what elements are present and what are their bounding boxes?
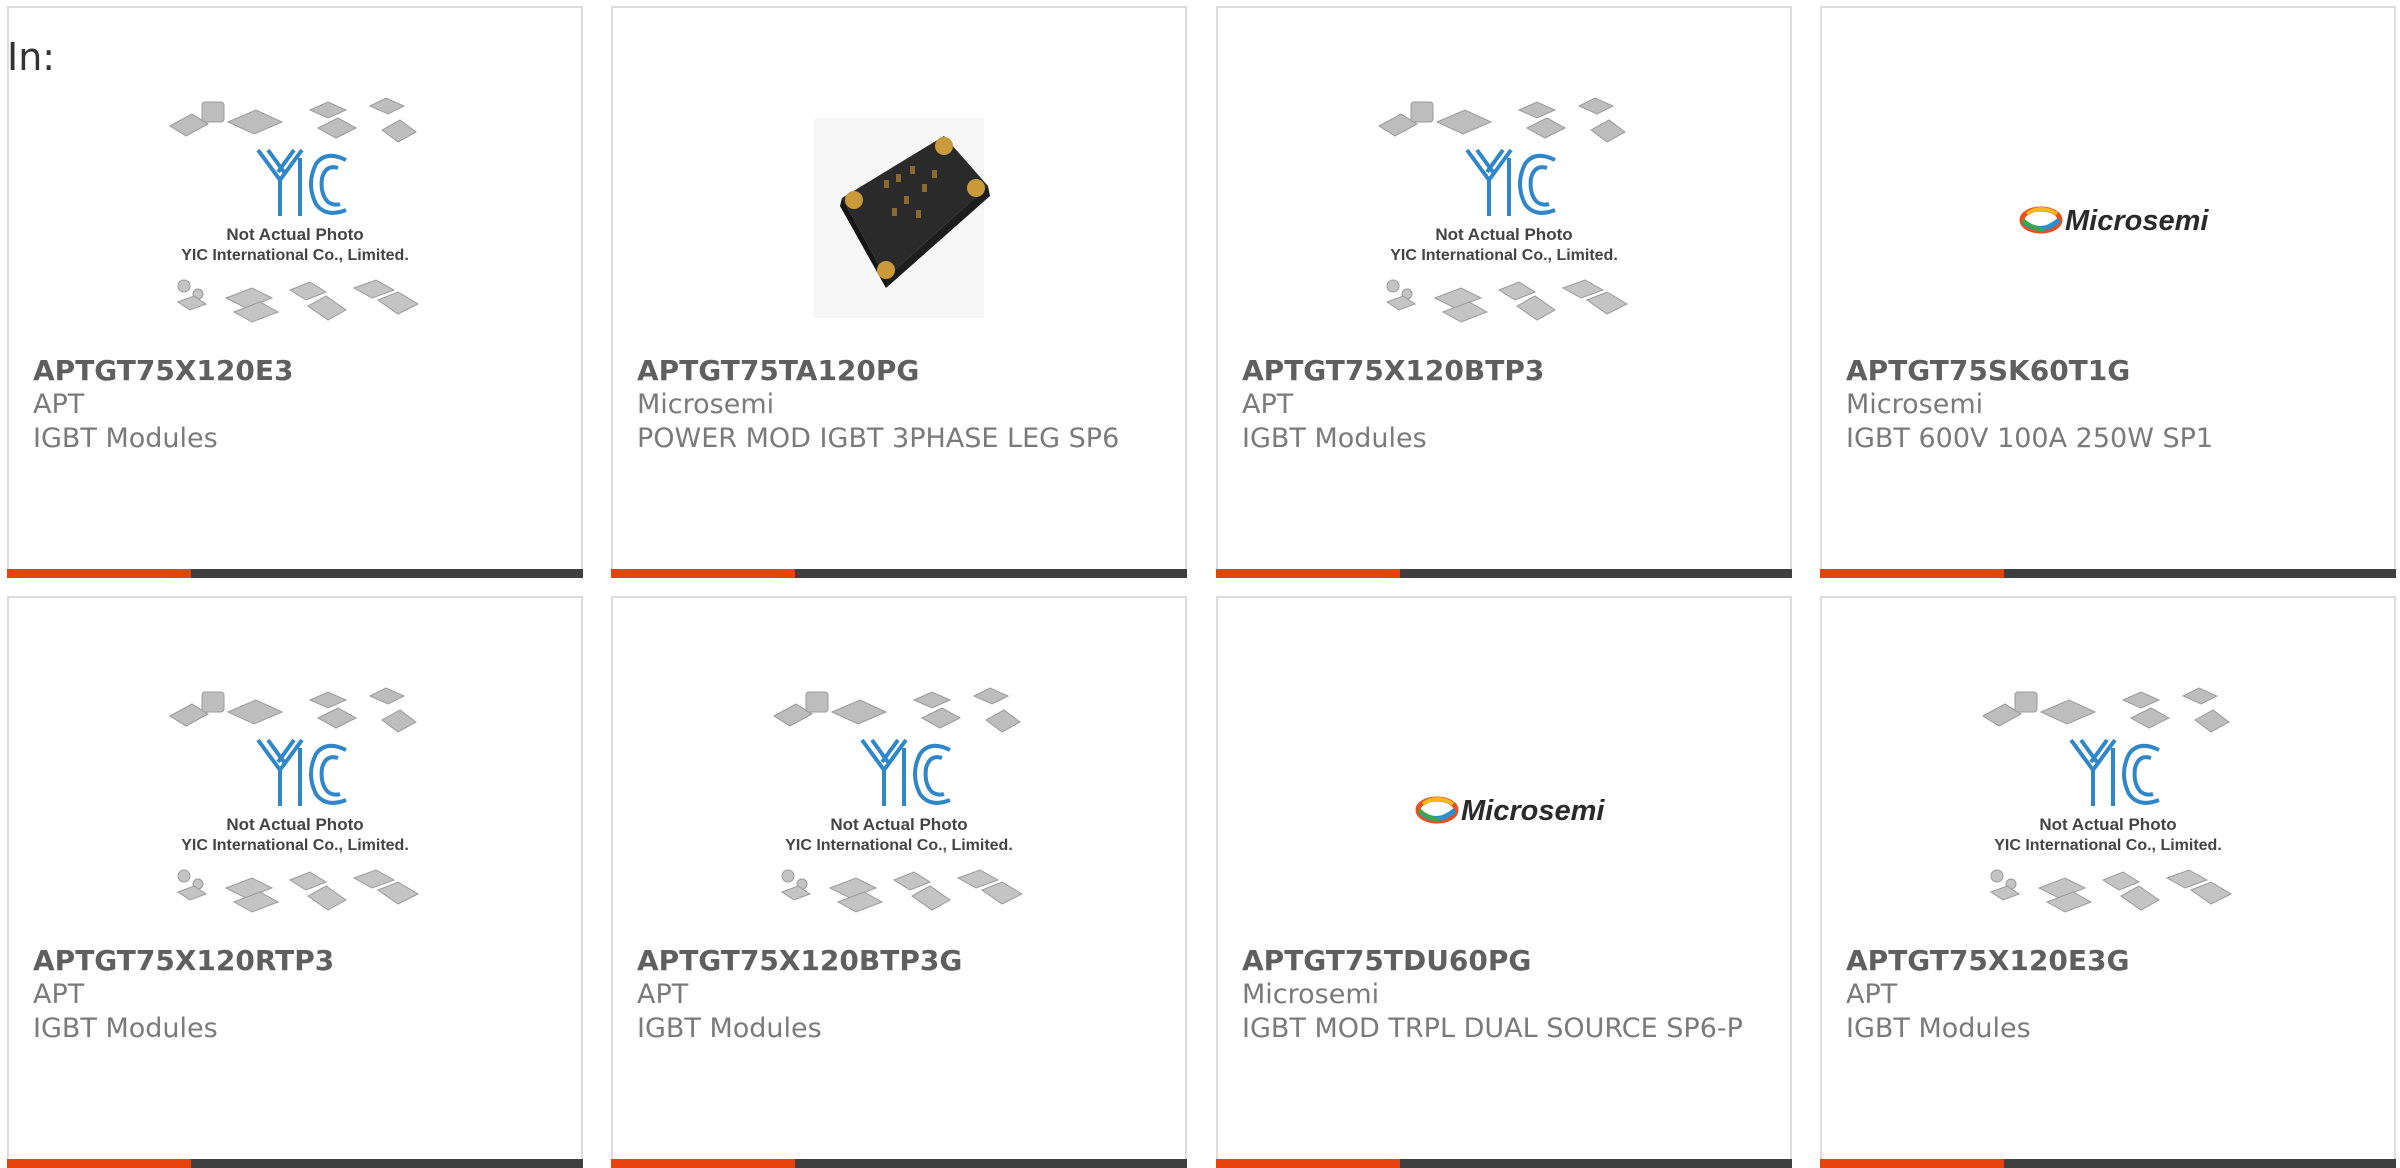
product-info: APTGT75TDU60PG Microsemi IGBT MOD TRPL D… [1242, 944, 1766, 1046]
microsemi-logo-image: Microsemi [1415, 795, 1605, 827]
product-description: IGBT 600V 100A 250W SP1 [1846, 423, 2214, 454]
module-photo-image [814, 118, 990, 318]
card-accent-bar [7, 1159, 191, 1168]
microsemi-logo-text: Microsemi [1461, 795, 1605, 827]
placeholder-line2: YIC International Co., Limited. [181, 247, 409, 264]
placeholder-line1: Not Actual Photo [830, 815, 967, 834]
card-accent-bar [611, 1159, 795, 1168]
product-description: IGBT Modules [33, 423, 218, 454]
manufacturer: APT [1846, 979, 1898, 1010]
card-accent-bar [7, 569, 191, 578]
placeholder-image: Not Actual Photo YIC International Co., … [1378, 97, 1629, 323]
placeholder-line2: YIC International Co., Limited. [1994, 837, 2222, 854]
manufacturer: APT [637, 979, 689, 1010]
product-info: APTGT75TA120PG Microsemi POWER MOD IGBT … [637, 354, 1161, 456]
product-description: IGBT Modules [33, 1013, 218, 1044]
product-info: APTGT75X120E3 APT IGBT Modules [33, 354, 557, 456]
in-label: In: [7, 35, 56, 79]
product-description: IGBT Modules [1846, 1013, 2031, 1044]
card-bottom-bar [1216, 1159, 1792, 1168]
card-accent-bar [1216, 569, 1400, 578]
product-description: IGBT Modules [1242, 423, 1427, 454]
product-card[interactable]: Not Actual Photo YIC International Co., … [611, 596, 1187, 1168]
card-accent-bar [1216, 1159, 1400, 1168]
product-info: APTGT75X120BTP3 APT IGBT Modules [1242, 354, 1766, 456]
card-bottom-bar [1216, 569, 1792, 578]
manufacturer: APT [1242, 389, 1294, 420]
part-number[interactable]: APTGT75TA120PG [637, 354, 1161, 388]
card-bottom-bar [1820, 1159, 2396, 1168]
product-card[interactable]: APTGT75TA120PG Microsemi POWER MOD IGBT … [611, 6, 1187, 578]
product-info: APTGT75SK60T1G Microsemi IGBT 600V 100A … [1846, 354, 2370, 456]
product-thumbnail[interactable]: Not Actual Photo YIC International Co., … [9, 678, 581, 940]
part-number[interactable]: APTGT75X120RTP3 [33, 944, 557, 978]
part-number[interactable]: APTGT75X120E3 [33, 354, 557, 388]
card-accent-bar [1820, 569, 2004, 578]
placeholder-line1: Not Actual Photo [226, 225, 363, 244]
card-accent-bar [611, 569, 795, 578]
part-number[interactable]: APTGT75TDU60PG [1242, 944, 1766, 978]
card-bottom-bar [7, 1159, 583, 1168]
product-card[interactable]: Not Actual Photo YIC International Co., … [1820, 596, 2396, 1168]
microsemi-logo-text: Microsemi [2065, 205, 2209, 237]
card-bottom-bar [7, 569, 583, 578]
product-card[interactable]: Microsemi APTGT75TDU60PG Microsemi IGBT … [1216, 596, 1792, 1168]
product-thumbnail[interactable] [613, 88, 1185, 350]
product-thumbnail[interactable]: Microsemi [1822, 88, 2394, 350]
part-number[interactable]: APTGT75SK60T1G [1846, 354, 2370, 388]
card-accent-bar [1820, 1159, 2004, 1168]
product-thumbnail[interactable]: Microsemi [1218, 678, 1790, 940]
placeholder-line1: Not Actual Photo [2039, 815, 2176, 834]
manufacturer: Microsemi [1846, 389, 1984, 420]
placeholder-line1: Not Actual Photo [226, 815, 363, 834]
placeholder-line2: YIC International Co., Limited. [181, 837, 409, 854]
product-description: IGBT MOD TRPL DUAL SOURCE SP6-P [1242, 1013, 1743, 1044]
product-description: IGBT Modules [637, 1013, 822, 1044]
product-card[interactable]: Not Actual Photo YIC International Co., … [7, 6, 583, 578]
product-thumbnail[interactable]: Not Actual Photo YIC International Co., … [9, 88, 581, 350]
part-number[interactable]: APTGT75X120E3G [1846, 944, 2370, 978]
product-description: POWER MOD IGBT 3PHASE LEG SP6 [637, 423, 1120, 454]
card-bottom-bar [1820, 569, 2396, 578]
product-info: APTGT75X120E3G APT IGBT Modules [1846, 944, 2370, 1046]
part-number[interactable]: APTGT75X120BTP3 [1242, 354, 1766, 388]
card-bottom-bar [611, 569, 1187, 578]
manufacturer: APT [33, 979, 85, 1010]
manufacturer: Microsemi [1242, 979, 1380, 1010]
part-number[interactable]: APTGT75X120BTP3G [637, 944, 1161, 978]
placeholder-line2: YIC International Co., Limited. [785, 837, 1013, 854]
microsemi-logo-image: Microsemi [2019, 205, 2209, 237]
card-bottom-bar [611, 1159, 1187, 1168]
product-thumbnail[interactable]: Not Actual Photo YIC International Co., … [1218, 88, 1790, 350]
product-thumbnail[interactable]: Not Actual Photo YIC International Co., … [613, 678, 1185, 940]
product-card[interactable]: Not Actual Photo YIC International Co., … [1216, 6, 1792, 578]
placeholder-image: Not Actual Photo YIC International Co., … [1982, 687, 2233, 913]
product-card[interactable]: Microsemi APTGT75SK60T1G Microsemi IGBT … [1820, 6, 2396, 578]
product-card[interactable]: Not Actual Photo YIC International Co., … [7, 596, 583, 1168]
product-info: APTGT75X120RTP3 APT IGBT Modules [33, 944, 557, 1046]
placeholder-line2: YIC International Co., Limited. [1390, 247, 1618, 264]
product-thumbnail[interactable]: Not Actual Photo YIC International Co., … [1822, 678, 2394, 940]
manufacturer: APT [33, 389, 85, 420]
placeholder-line1: Not Actual Photo [1435, 225, 1572, 244]
placeholder-image: Not Actual Photo YIC International Co., … [169, 97, 420, 323]
placeholder-image: Not Actual Photo YIC International Co., … [773, 687, 1024, 913]
placeholder-image: Not Actual Photo YIC International Co., … [169, 687, 420, 913]
manufacturer: Microsemi [637, 389, 775, 420]
product-info: APTGT75X120BTP3G APT IGBT Modules [637, 944, 1161, 1046]
